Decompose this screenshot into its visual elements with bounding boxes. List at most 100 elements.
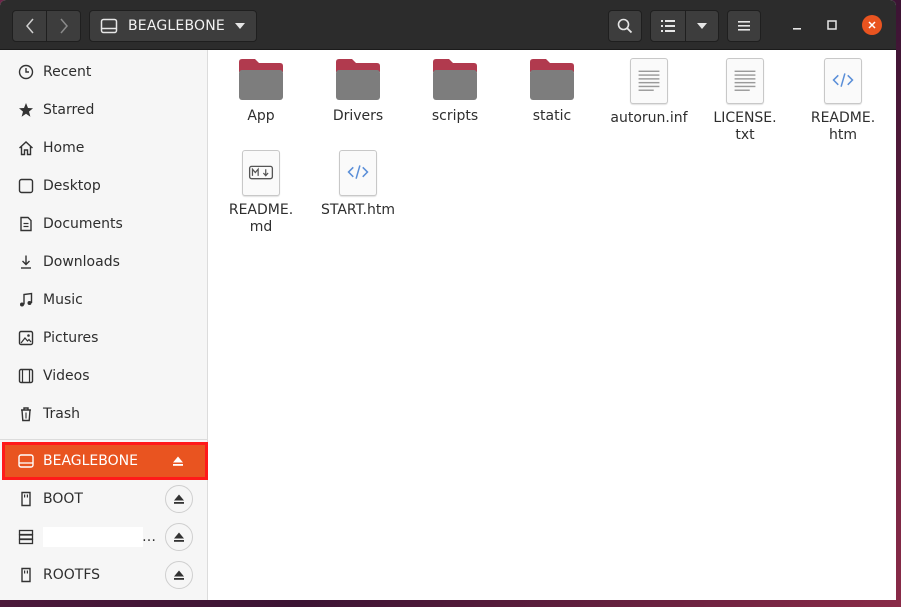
sidebar-item-recent[interactable]: Recent	[0, 54, 208, 90]
sidebar-item-label: Pictures	[43, 330, 99, 346]
download-icon	[17, 253, 35, 271]
sidebar-item-label: Starred	[43, 102, 95, 118]
header-bar: BEAGLEBONE	[0, 0, 896, 50]
sidebar-item-label: ROOTFS	[43, 567, 101, 583]
hamburger-icon	[738, 21, 750, 31]
sidebar-item-label: Documents	[43, 216, 123, 232]
sidebar-item-label: Music	[43, 292, 83, 308]
sidebar-item-rootfs[interactable]: ROOTFS	[0, 557, 208, 593]
main-menu-button[interactable]	[727, 10, 761, 42]
file-item-html[interactable]: README. htm	[798, 58, 888, 144]
file-item-markdown[interactable]: README. md	[216, 150, 306, 236]
list-view-button[interactable]	[650, 10, 686, 42]
html-file-icon	[824, 58, 862, 104]
location-pathbar[interactable]: BEAGLEBONE	[89, 10, 257, 42]
location-label: BEAGLEBONE	[128, 18, 225, 34]
sidebar-item-documents[interactable]: Documents	[0, 206, 208, 242]
eject-icon	[174, 494, 184, 504]
file-name: Drivers	[332, 108, 384, 124]
close-icon	[868, 21, 876, 29]
sidebar-item-label: Recent	[43, 64, 92, 80]
folder-icon	[336, 59, 380, 100]
removable-drive-icon	[17, 490, 35, 508]
star-icon	[17, 101, 35, 119]
forward-button[interactable]	[46, 10, 81, 42]
home-icon	[17, 139, 35, 157]
caret-down-icon	[235, 23, 245, 29]
file-name: README. htm	[810, 110, 876, 143]
sidebar-separator	[0, 439, 208, 440]
file-grid: App Drivers scripts static autorun.inf L…	[209, 50, 896, 600]
sidebar-item-label: Home	[43, 140, 85, 156]
search-button[interactable]	[608, 10, 642, 42]
sidebar-item-beaglebone[interactable]: BEAGLEBONE	[2, 442, 208, 480]
minimize-button[interactable]	[787, 15, 807, 35]
file-item-text[interactable]: autorun.inf	[604, 58, 694, 127]
search-icon	[617, 18, 633, 34]
sidebar-item-pictures[interactable]: Pictures	[0, 320, 208, 356]
sidebar-item-label: Downloads	[43, 254, 120, 270]
redacted-label	[43, 527, 143, 547]
sidebar-item-label: …	[142, 529, 156, 545]
file-name: autorun.inf	[610, 110, 688, 126]
sidebar-item-videos[interactable]: Videos	[0, 358, 208, 394]
drive-icon	[100, 18, 118, 34]
sidebar: Recent Starred Home Desktop Documents Do…	[0, 50, 208, 600]
caret-down-icon	[697, 23, 707, 29]
sidebar-item-music[interactable]: Music	[0, 282, 208, 318]
trash-icon	[17, 405, 35, 423]
file-item-folder[interactable]: scripts	[410, 58, 500, 125]
sidebar-item-trash[interactable]: Trash	[0, 396, 208, 432]
chevron-left-icon	[25, 18, 34, 34]
removable-drive-icon	[17, 566, 35, 584]
text-file-icon	[726, 58, 764, 104]
network-drive-icon	[17, 528, 35, 546]
file-name: LICENSE. txt	[713, 110, 777, 143]
file-item-folder[interactable]: Drivers	[313, 58, 403, 125]
sidebar-item-home[interactable]: Home	[0, 130, 208, 166]
file-name: scripts	[431, 108, 479, 124]
back-button[interactable]	[12, 10, 47, 42]
sidebar-item-desktop[interactable]: Desktop	[0, 168, 208, 204]
sidebar-item-boot[interactable]: BOOT	[0, 481, 208, 517]
file-item-folder[interactable]: static	[507, 58, 597, 125]
close-button[interactable]	[862, 15, 882, 35]
eject-button[interactable]	[165, 523, 193, 551]
sidebar-item-starred[interactable]: Starred	[0, 92, 208, 128]
sidebar-item-label: Videos	[43, 368, 90, 384]
file-name: static	[532, 108, 572, 124]
file-item-html[interactable]: START.htm	[313, 150, 403, 219]
markdown-file-icon	[242, 150, 280, 196]
music-icon	[17, 291, 35, 309]
sidebar-item-label: Desktop	[43, 178, 101, 194]
file-name: App	[247, 108, 275, 124]
sidebar-item-label: Trash	[43, 406, 80, 422]
text-file-icon	[630, 58, 668, 104]
folder-icon	[530, 59, 574, 100]
eject-icon	[174, 570, 184, 580]
eject-button[interactable]	[165, 561, 193, 589]
eject-button[interactable]	[165, 485, 193, 513]
clock-icon	[17, 63, 35, 81]
folder-icon	[239, 59, 283, 100]
file-name: README. md	[228, 202, 294, 235]
file-name: START.htm	[321, 202, 395, 218]
view-options-button[interactable]	[685, 10, 719, 42]
minimize-icon	[793, 28, 801, 30]
sidebar-item-downloads[interactable]: Downloads	[0, 244, 208, 280]
sidebar-item-label: BEAGLEBONE	[43, 453, 138, 469]
file-manager-window: BEAGLEBONE Recent Starred Home Desktop D…	[0, 0, 896, 600]
maximize-icon	[827, 20, 837, 30]
list-view-icon	[661, 20, 675, 32]
chevron-right-icon	[59, 18, 68, 34]
maximize-button[interactable]	[822, 15, 842, 35]
desktop-icon	[17, 177, 35, 195]
eject-icon[interactable]	[170, 453, 186, 469]
folder-icon	[433, 59, 477, 100]
file-item-text[interactable]: LICENSE. txt	[700, 58, 790, 144]
html-file-icon	[339, 150, 377, 196]
file-item-folder[interactable]: App	[216, 58, 306, 125]
drive-icon	[17, 452, 35, 470]
videos-icon	[17, 367, 35, 385]
sidebar-item-network-drive[interactable]: …	[0, 519, 208, 555]
